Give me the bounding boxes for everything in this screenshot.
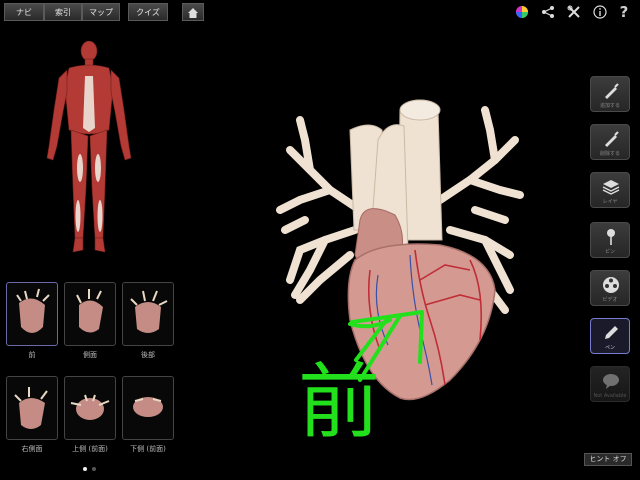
page-indicator-dot-active (83, 467, 87, 471)
tool-pen[interactable]: ペン (590, 318, 630, 354)
speech-bubble-icon (603, 374, 619, 389)
tool-remove[interactable]: 削除する (590, 124, 630, 160)
view-thumbnail-superior[interactable] (64, 376, 116, 440)
tool-hints-unavailable[interactable]: Not Available (590, 366, 630, 402)
nav-button-quiz[interactable]: クイズ (128, 3, 168, 21)
pencil-icon (605, 326, 618, 339)
tool-remove-label: 削除する (599, 151, 620, 157)
body-map-figure[interactable] (39, 38, 139, 263)
pin-icon (607, 229, 615, 245)
color-wheel-icon[interactable] (512, 2, 532, 22)
film-reel-icon (603, 277, 619, 293)
nav-button-index[interactable]: 索引 (44, 3, 82, 21)
page-indicator-dot (92, 467, 96, 471)
view-thumbnail-side[interactable] (64, 282, 116, 346)
home-icon (188, 8, 198, 18)
tool-pin-label: ピン (604, 249, 615, 255)
home-button[interactable] (182, 3, 204, 21)
pen-annotation-text: 前 (298, 355, 381, 450)
tool-add[interactable]: 追加する (590, 76, 630, 112)
tool-video[interactable]: ビデオ (590, 270, 630, 306)
nav-button-map[interactable]: マップ (82, 3, 120, 21)
hint-toggle[interactable]: ヒント オフ (584, 453, 632, 466)
tool-layers-label: レイヤ (602, 199, 618, 205)
tool-pin[interactable]: ピン (590, 222, 630, 258)
view-thumbnail-back[interactable] (122, 282, 174, 346)
view-thumbnail-right-side[interactable] (6, 376, 58, 440)
layers-icon (602, 180, 620, 195)
help-icon[interactable]: ? (614, 2, 634, 22)
tool-pen-label: ペン (604, 345, 615, 351)
view-label-inferior: 下側 (前面) (130, 445, 166, 453)
share-icon[interactable] (538, 2, 558, 22)
nav-button-navi[interactable]: ナビ (4, 3, 44, 21)
tool-hints-label: Not Available (593, 393, 627, 399)
tools-icon[interactable] (564, 2, 584, 22)
view-label-back: 後部 (141, 351, 155, 359)
brush-icon (605, 131, 619, 147)
tool-video-label: ビデオ (602, 297, 618, 303)
brush-icon (605, 83, 619, 99)
tool-layers[interactable]: レイヤ (590, 172, 630, 208)
view-thumbnail-inferior[interactable] (122, 376, 174, 440)
tool-add-label: 追加する (599, 103, 620, 109)
info-icon[interactable] (590, 2, 610, 22)
view-thumbnail-front[interactable] (6, 282, 58, 346)
